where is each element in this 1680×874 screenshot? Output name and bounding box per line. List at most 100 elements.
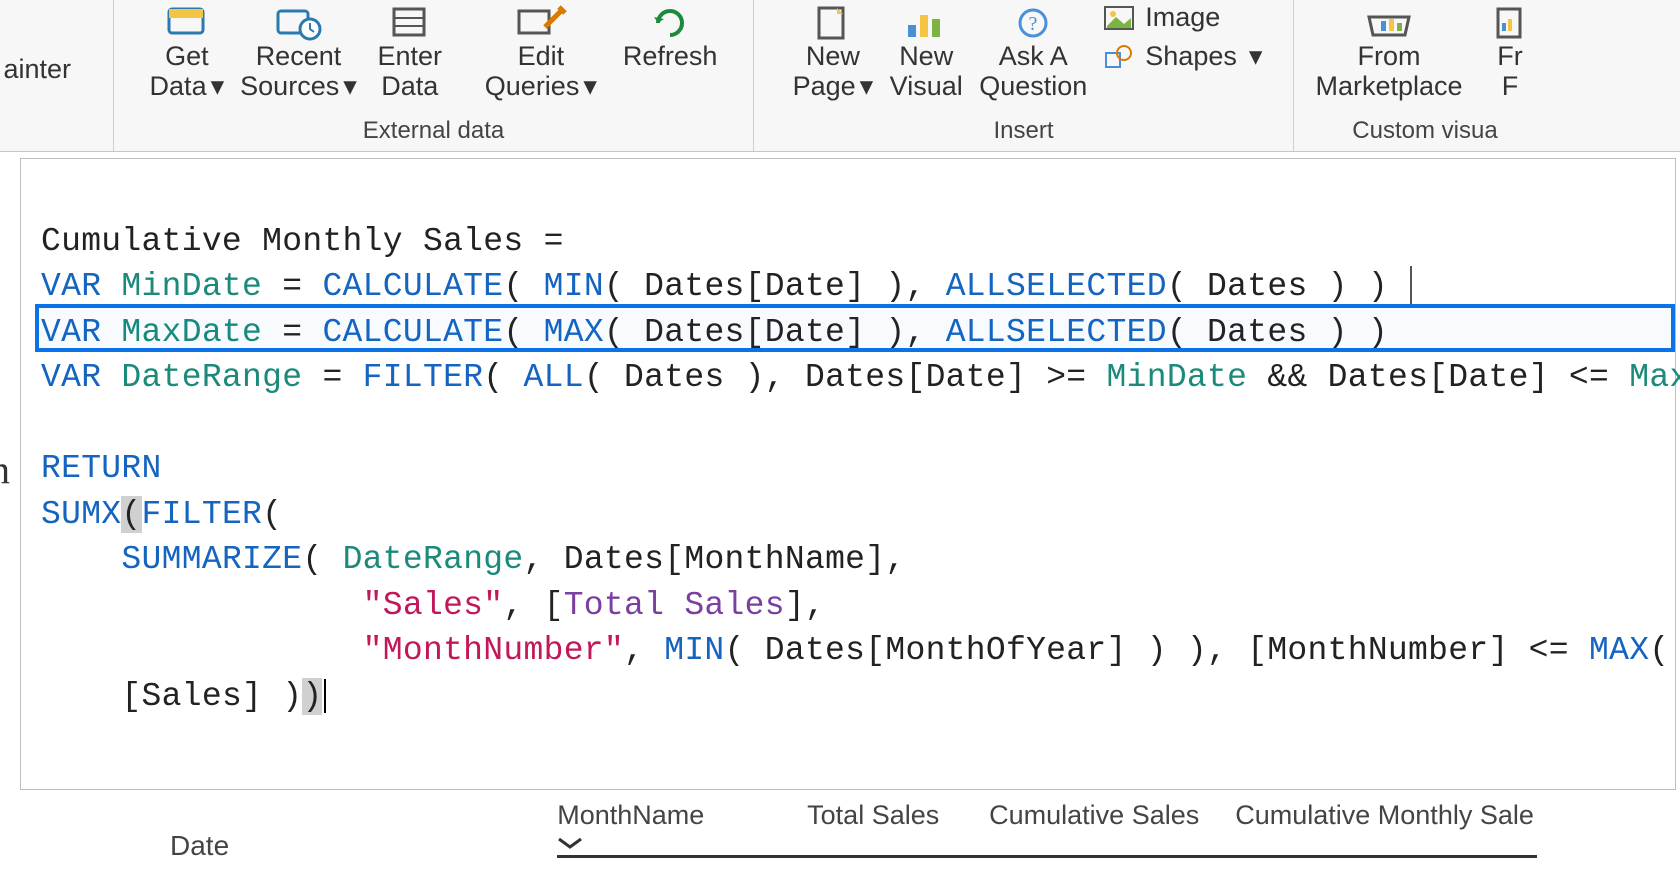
report-canvas: Date 1/2/2016 6/27/2017 MonthName Total … [0, 800, 1680, 874]
text-cursor [324, 679, 326, 713]
new-visual-label2: Visual [890, 72, 963, 100]
new-page-label2: Page [793, 71, 856, 101]
ref-maxdate: MaxDate [1629, 359, 1680, 396]
shapes-button[interactable]: Shapes ▾ [1101, 41, 1262, 72]
new-visual-button[interactable]: New Visual [881, 2, 971, 103]
fn-calculate: CALCULATE [322, 268, 503, 305]
shapes-label: Shapes [1145, 41, 1237, 72]
enter-data-button[interactable]: Enter Data [365, 2, 455, 103]
table-row[interactable]: January 1,811,536 12,432,549 1,811,536 [557, 858, 1537, 874]
dax-formula-bar[interactable]: Cumulative Monthly Sales = VAR MinDate =… [20, 158, 1676, 790]
fn-sumx: SUMX [41, 496, 121, 533]
ask-question-icon: ? [1005, 4, 1061, 42]
ref-daterange: DateRange [343, 541, 524, 578]
var-mindate: MinDate [101, 268, 262, 305]
fn-filter: FILTER [363, 359, 484, 396]
enter-data-label1: Enter [378, 42, 443, 70]
left-crop-fragment: n [0, 446, 10, 493]
refresh-icon [642, 4, 698, 42]
text-cursor [1410, 266, 1412, 306]
ask-question-label2: Question [979, 72, 1087, 100]
kw-var: VAR [41, 268, 101, 305]
image-button[interactable]: Image [1101, 2, 1220, 33]
str-sales: "Sales" [363, 587, 504, 624]
image-icon [1101, 3, 1137, 33]
col-total-sales[interactable]: Total Sales [757, 800, 957, 849]
chevron-down-icon: ▾ [583, 72, 597, 100]
fn-allselected: ALLSELECTED [946, 268, 1167, 305]
ribbon-group-label-clipboard [0, 113, 113, 151]
marketplace-icon [1361, 4, 1417, 42]
result-table[interactable]: MonthName Total Sales Cumulative Sales C… [557, 800, 1537, 874]
var-maxdate: MaxDate [101, 314, 262, 351]
shapes-icon [1101, 42, 1137, 72]
enter-data-label2: Data [381, 72, 438, 100]
fn-filter: FILTER [142, 496, 263, 533]
fn-min: MIN [664, 632, 724, 669]
ribbon-group-clipboard: ainter [0, 0, 114, 151]
from-marketplace-button[interactable]: From Marketplace [1304, 2, 1474, 103]
new-page-label1: New [806, 42, 860, 70]
recent-sources-button[interactable]: Recent Sources▾ [232, 2, 365, 103]
edit-queries-icon [513, 4, 569, 42]
ribbon-group-custom-visuals: From Marketplace Fr F Custom visua [1294, 0, 1556, 151]
fn-max: MAX [544, 314, 604, 351]
fn-calculate: CALCULATE [322, 314, 503, 351]
refresh-label: Refresh [623, 42, 718, 70]
new-visual-label1: New [899, 42, 953, 70]
chevron-down-icon: ▾ [343, 72, 357, 100]
new-page-icon [805, 4, 861, 42]
col-cumulative-monthly[interactable]: Cumulative Monthly Sale [1217, 800, 1537, 849]
measure-total-sales: Total Sales [564, 587, 785, 624]
fn-summarize: SUMMARIZE [121, 541, 302, 578]
sort-ascending-icon [557, 837, 583, 849]
kw-return: RETURN [41, 450, 162, 487]
ribbon-group-insert: New Page▾ New Visual ? Ask A Question [754, 0, 1294, 151]
edit-queries-button[interactable]: Edit Queries▾ [477, 2, 605, 103]
refresh-button[interactable]: Refresh [615, 2, 726, 103]
edit-queries-label2: Queries [485, 71, 580, 101]
ribbon-group-label-custom: Custom visua [1294, 113, 1556, 151]
from-file-label1: Fr [1497, 42, 1522, 70]
from-file-label2: F [1502, 72, 1519, 100]
chevron-down-icon: ▾ [211, 72, 225, 100]
from-marketplace-label1: From [1358, 42, 1421, 70]
edit-queries-label1: Edit [518, 42, 565, 70]
get-data-label1: Get [165, 42, 209, 70]
date-slicer[interactable]: Date 1/2/2016 6/27/2017 [60, 830, 377, 874]
format-painter-label-fragment: ainter [4, 54, 72, 85]
col-cumulative-sales[interactable]: Cumulative Sales [957, 800, 1217, 849]
get-data-button[interactable]: Get Data▾ [142, 2, 233, 103]
str-monthnumber: "MonthNumber" [363, 632, 624, 669]
var-daterange: DateRange [101, 359, 302, 396]
fn-min: MIN [544, 268, 604, 305]
col-monthname[interactable]: MonthName [557, 800, 757, 849]
ask-question-label1: Ask A [999, 42, 1068, 70]
ref-mindate: MinDate [1107, 359, 1248, 396]
fn-max: MAX [1589, 632, 1649, 669]
table-header-row: MonthName Total Sales Cumulative Sales C… [557, 800, 1537, 858]
recent-sources-label2: Sources [240, 71, 339, 101]
recent-sources-icon [270, 4, 326, 42]
get-data-label2: Data [150, 71, 207, 101]
code-line-10: [Sales] ) [121, 678, 302, 715]
enter-data-icon [382, 4, 438, 42]
new-page-button[interactable]: New Page▾ [785, 2, 882, 103]
svg-text:?: ? [1029, 13, 1038, 35]
recent-sources-label1: Recent [256, 42, 342, 70]
fn-all: ALL [524, 359, 584, 396]
ask-question-button[interactable]: ? Ask A Question [971, 2, 1095, 103]
ribbon-group-label-external: External data [114, 113, 753, 151]
kw-var: VAR [41, 359, 101, 396]
new-visual-icon [898, 4, 954, 42]
get-data-icon [159, 4, 215, 42]
matched-paren: ( [121, 496, 141, 533]
kw-var: VAR [41, 314, 101, 351]
ribbon-group-label-insert: Insert [754, 113, 1293, 151]
dax-code[interactable]: Cumulative Monthly Sales = VAR MinDate =… [41, 173, 1669, 765]
from-file-button[interactable]: Fr F [1474, 2, 1546, 103]
from-file-icon [1482, 4, 1538, 42]
image-label: Image [1145, 2, 1220, 33]
chevron-down-icon: ▾ [1249, 41, 1263, 72]
from-marketplace-label2: Marketplace [1315, 72, 1462, 100]
